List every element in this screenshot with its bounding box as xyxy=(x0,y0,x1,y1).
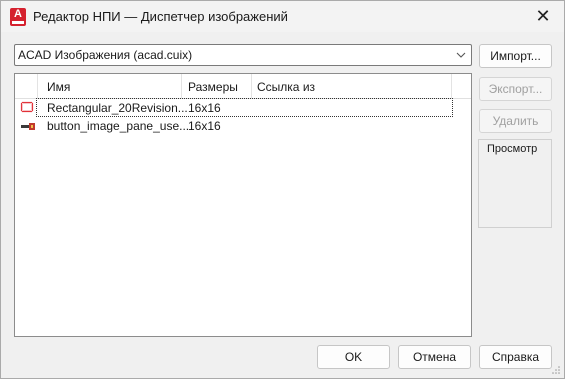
cancel-button[interactable]: Отмена xyxy=(398,345,471,369)
chevron-down-icon xyxy=(456,52,466,58)
list-header: Имя Размеры Ссылка из xyxy=(15,74,471,99)
help-button[interactable]: Справка xyxy=(479,345,552,369)
image-manager-dialog: A Редактор НПИ — Диспетчер изображений ✕… xyxy=(0,0,565,379)
list-item[interactable]: button_image_pane_use... 16x16 xyxy=(15,117,471,135)
row-name: button_image_pane_use... xyxy=(47,119,190,133)
export-button[interactable]: Экспорт... xyxy=(479,77,552,101)
column-header-reference[interactable]: Ссылка из xyxy=(257,80,315,94)
window-title: Редактор НПИ — Диспетчер изображений xyxy=(33,9,288,24)
preview-label: Просмотр xyxy=(487,143,538,155)
column-header-size[interactable]: Размеры xyxy=(188,80,238,94)
pane-tool-icon xyxy=(21,123,35,130)
image-source-dropdown[interactable]: ACAD Изображения (acad.cuix) xyxy=(14,44,472,66)
ok-button[interactable]: OK xyxy=(317,345,390,369)
preview-panel: Просмотр xyxy=(478,139,552,228)
dropdown-selected-value: ACAD Изображения (acad.cuix) xyxy=(18,48,193,62)
close-icon: ✕ xyxy=(535,6,551,26)
import-button[interactable]: Импорт... xyxy=(479,44,552,68)
list-item[interactable]: Rectangular_20Revision... 16x16 xyxy=(15,98,471,117)
close-button[interactable]: ✕ xyxy=(529,4,557,30)
delete-button[interactable]: Удалить xyxy=(479,109,552,133)
app-icon-letter: A xyxy=(14,8,22,20)
title-bar: A Редактор НПИ — Диспетчер изображений ✕ xyxy=(1,1,564,32)
column-header-name[interactable]: Имя xyxy=(47,80,70,94)
row-name: Rectangular_20Revision... xyxy=(47,101,188,115)
revision-cloud-icon xyxy=(20,101,34,113)
autocad-app-icon: A xyxy=(10,8,26,26)
resize-grip-icon[interactable] xyxy=(551,365,561,375)
row-size: 16x16 xyxy=(188,119,221,133)
image-list[interactable]: Имя Размеры Ссылка из Rectangular_20Revi… xyxy=(14,73,472,337)
row-size: 16x16 xyxy=(188,101,221,115)
